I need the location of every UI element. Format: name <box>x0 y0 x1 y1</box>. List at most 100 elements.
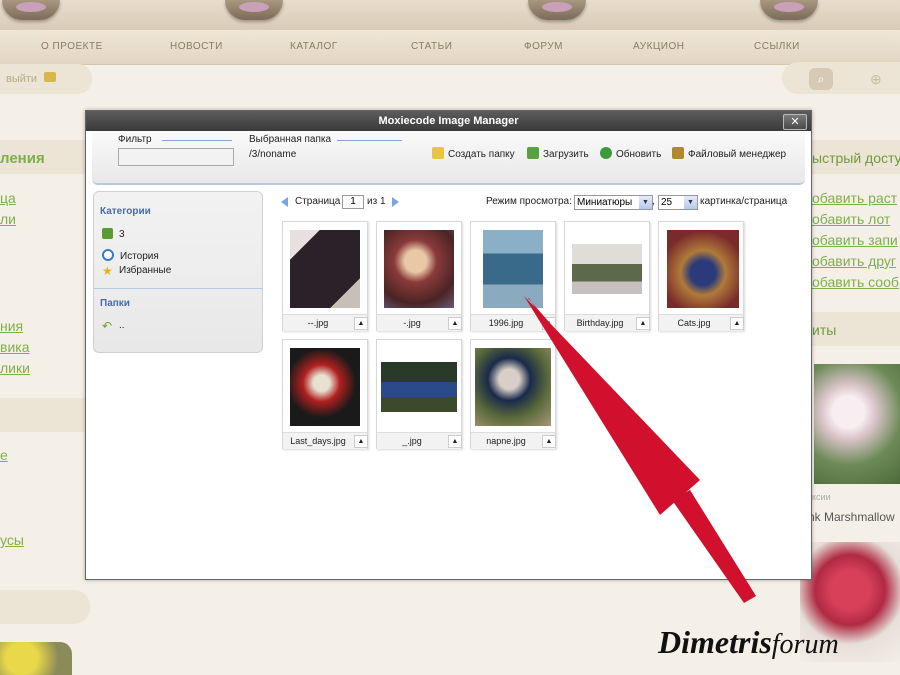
decor-bowl <box>2 0 60 20</box>
next-page-icon[interactable] <box>392 197 399 207</box>
category-item[interactable]: 3 <box>102 228 125 240</box>
quick-link[interactable]: обавить сооб <box>812 274 899 290</box>
thumbnail-menu-button[interactable]: ▲ <box>730 317 744 330</box>
thumbnail-menu-button[interactable]: ▲ <box>636 317 650 330</box>
nav-item-news[interactable]: НОВОСТИ <box>170 41 223 52</box>
watermark-main: Dimetris <box>658 624 772 660</box>
quick-link[interactable]: обавить друг <box>812 253 896 269</box>
prev-page-icon[interactable] <box>281 197 288 207</box>
refresh-button[interactable]: Обновить <box>600 147 661 163</box>
thumbnail[interactable]: -.jpg ▲ <box>376 221 462 331</box>
per-page-value: 25 <box>661 197 673 208</box>
refresh-label: Обновить <box>616 149 662 160</box>
forum-watermark: Dimetrisforum <box>658 624 839 661</box>
decor-bowl <box>528 0 586 20</box>
photo <box>384 230 454 308</box>
photo <box>572 244 642 294</box>
thumbnail-menu-button[interactable]: ▲ <box>354 435 368 448</box>
thumbnail[interactable]: 1996.jpg ▲ <box>470 221 556 331</box>
left-link[interactable]: ния <box>0 318 23 334</box>
right-section-title: иты <box>812 322 837 338</box>
filter-label: Фильтр <box>118 134 152 145</box>
category-label: 3 <box>119 229 125 240</box>
thumbnail-menu-button[interactable]: ▲ <box>542 317 556 330</box>
flower-photo[interactable] <box>0 642 72 675</box>
site-nav: О ПРОЕКТЕ НОВОСТИ КАТАЛОГ СТАТЬИ ФОРУМ А… <box>0 30 900 65</box>
view-mode-select[interactable]: Миниатюры ▼ <box>574 195 653 210</box>
left-section-header <box>0 590 90 624</box>
target-icon[interactable]: ⊕ <box>870 72 884 86</box>
thumbnail-menu-button[interactable]: ▲ <box>448 435 462 448</box>
quick-access-title: ыстрый досту <box>812 150 900 166</box>
left-link[interactable]: вика <box>0 339 29 355</box>
per-page-select[interactable]: 25 ▼ <box>658 195 698 210</box>
upload-button[interactable]: Загрузить <box>527 147 589 163</box>
thumbnail-footer: --.jpg ▲ <box>283 314 368 331</box>
dialog-titlebar[interactable]: Moxiecode Image Manager ✕ <box>86 111 811 131</box>
file-name: _.jpg <box>402 436 422 446</box>
thumbnail[interactable]: Birthday.jpg ▲ <box>564 221 650 331</box>
quick-link[interactable]: обавить лот <box>812 211 890 227</box>
side-panel: Категории 3 История ★ Избранные Папки ↶.. <box>93 191 263 353</box>
left-link[interactable]: е <box>0 447 8 463</box>
quick-link[interactable]: обавить запи <box>812 232 898 248</box>
thumbnail-menu-button[interactable]: ▲ <box>448 317 462 330</box>
photo <box>290 348 360 426</box>
view-mode-label: Режим просмотра: <box>486 196 572 207</box>
file-name: -.jpg <box>403 318 421 328</box>
thumbnail[interactable]: --.jpg ▲ <box>282 221 368 331</box>
selected-folder-path: /3/noname <box>249 149 297 160</box>
thumbnail-menu-button[interactable]: ▲ <box>354 317 368 330</box>
refresh-icon <box>600 147 612 159</box>
file-name: --.jpg <box>307 318 329 328</box>
nav-item-about[interactable]: О ПРОЕКТЕ <box>41 41 103 52</box>
create-folder-button[interactable]: Создать папку <box>432 147 515 163</box>
new-folder-icon <box>432 147 444 159</box>
nav-item-articles[interactable]: СТАТЬИ <box>411 41 452 52</box>
thumbnail-menu-button[interactable]: ▲ <box>542 435 556 448</box>
left-link[interactable]: ца <box>0 190 16 206</box>
decor-bowl <box>760 0 818 20</box>
file-manager-icon <box>672 147 684 159</box>
left-link[interactable]: лики <box>0 360 30 376</box>
per-page-label: картинка/страница <box>700 196 788 207</box>
category-label: История <box>120 251 159 262</box>
photo <box>483 230 543 308</box>
file-name: Cats.jpg <box>677 318 711 328</box>
categories-title: Категории <box>100 206 151 217</box>
left-link[interactable]: усы <box>0 532 24 548</box>
thumbnail-footer: Last_days.jpg ▲ <box>283 432 368 449</box>
category-item[interactable]: ★ Избранные <box>102 265 171 277</box>
nav-item-forum[interactable]: ФОРУМ <box>524 41 563 52</box>
close-button[interactable]: ✕ <box>783 114 807 130</box>
thumbnail[interactable]: napne.jpg ▲ <box>470 339 556 449</box>
nav-item-auction[interactable]: АУКЦИОН <box>633 41 685 52</box>
lock-icon <box>44 72 56 82</box>
separator: , <box>652 196 655 207</box>
thumbnail[interactable]: _.jpg ▲ <box>376 339 462 449</box>
thumbnail[interactable]: Cats.jpg ▲ <box>658 221 744 331</box>
nav-item-catalog[interactable]: КАТАЛОГ <box>290 41 338 52</box>
nav-item-links[interactable]: ССЫЛКИ <box>754 41 800 52</box>
filter-input[interactable] <box>118 148 234 166</box>
create-folder-label: Создать папку <box>448 149 515 160</box>
category-label: Избранные <box>119 265 172 276</box>
bucket-icon <box>102 228 113 239</box>
flower-photo[interactable] <box>814 364 900 484</box>
thumbnail[interactable]: Last_days.jpg ▲ <box>282 339 368 449</box>
search-icon[interactable]: ⌕ <box>809 68 833 90</box>
left-link[interactable]: ли <box>0 211 16 227</box>
image-manager-dialog: Moxiecode Image Manager ✕ Фильтр Выбранн… <box>85 110 812 580</box>
file-manager-button[interactable]: Файловый менеджер <box>672 147 786 163</box>
photo-caption[interactable]: nk Marshmallow <box>808 510 895 524</box>
selected-folder-label: Выбранная папка <box>249 134 332 145</box>
page-input[interactable]: 1 <box>342 195 364 209</box>
toolbar: Фильтр Выбранная папка /3/noname Создать… <box>92 131 805 185</box>
parent-folder-icon: ↶ <box>102 319 113 333</box>
quick-link[interactable]: обавить раст <box>812 190 897 206</box>
folder-item[interactable]: ↶.. <box>102 320 125 332</box>
thumbnail-footer: -.jpg ▲ <box>377 314 462 331</box>
category-item[interactable]: История <box>102 249 159 262</box>
logout-link[interactable]: выйти <box>6 73 37 85</box>
chevron-down-icon: ▼ <box>684 196 697 209</box>
